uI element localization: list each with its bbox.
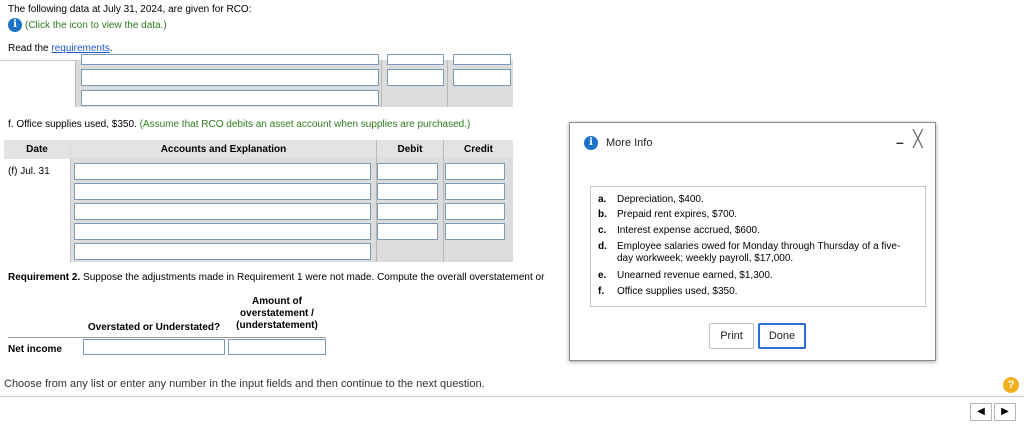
section-f-label: f.	[8, 119, 14, 130]
date-column: (f) Jul. 31	[4, 159, 71, 262]
print-button[interactable]: Print	[709, 323, 754, 349]
done-button[interactable]: Done	[758, 323, 806, 349]
item-text: Depreciation, $400.	[617, 194, 704, 205]
amount-input[interactable]	[228, 339, 326, 355]
debit-input[interactable]	[377, 223, 438, 240]
col-header-amount-line1: Amount of	[252, 296, 302, 307]
account-input[interactable]	[74, 163, 371, 180]
data-info-row: i (Click the icon to view the data.)	[8, 17, 167, 33]
item-text: Unearned revenue earned, $1,300.	[617, 270, 773, 281]
more-info-dialog: i More Info – ╳ a. Depreciation, $400. b…	[569, 122, 936, 361]
account-input[interactable]	[81, 54, 379, 65]
account-input[interactable]	[74, 223, 371, 240]
section-f-text: Office supplies used, $350.	[16, 119, 137, 130]
list-item: d. Employee salaries owed for Monday thr…	[598, 241, 907, 265]
read-prefix: Read the	[8, 43, 52, 54]
item-letter: d.	[598, 241, 607, 252]
requirement-2-line: Requirement 2. Suppose the adjustments m…	[8, 272, 544, 283]
overstated-select[interactable]	[83, 339, 225, 355]
list-item: e. Unearned revenue earned, $1,300.	[598, 270, 907, 282]
read-suffix: .	[109, 43, 113, 54]
account-input[interactable]	[81, 90, 379, 106]
journal-table: Date Accounts and Explanation Debit Cred…	[4, 140, 513, 262]
dialog-header: i More Info	[584, 136, 652, 150]
table-header-divider	[8, 337, 326, 338]
account-input[interactable]	[81, 69, 379, 86]
credit-input[interactable]	[445, 183, 505, 200]
account-input[interactable]	[74, 183, 371, 200]
item-text: Office supplies used, $350.	[617, 286, 738, 297]
debit-input[interactable]	[377, 183, 438, 200]
col-header-amount-line2: overstatement /	[240, 308, 314, 319]
item-text: Interest expense accrued, $600.	[617, 225, 760, 236]
instruction-text: Choose from any list or enter any number…	[4, 378, 485, 390]
info-icon: i	[584, 136, 598, 150]
item-text: Employee salaries owed for Monday throug…	[617, 241, 901, 264]
dialog-title: More Info	[606, 137, 653, 149]
debit-input[interactable]	[387, 69, 444, 86]
footer-divider	[0, 396, 1024, 397]
date-value: (f) Jul. 31	[8, 166, 50, 177]
col-header-credit: Credit	[444, 140, 513, 159]
credit-input[interactable]	[445, 163, 505, 180]
column-separator	[376, 140, 377, 262]
credit-input[interactable]	[453, 54, 511, 65]
col-header-date: Date	[4, 140, 70, 159]
item-letter: a.	[598, 194, 607, 205]
col-header-amount-line3: (understatement)	[236, 320, 318, 331]
account-input[interactable]	[74, 203, 371, 220]
column-separator	[447, 60, 448, 107]
credit-input[interactable]	[453, 69, 511, 86]
column-separator	[381, 60, 382, 107]
list-item: a. Depreciation, $400.	[598, 194, 907, 206]
debit-input[interactable]	[377, 203, 438, 220]
next-button[interactable]: ▶	[994, 403, 1016, 421]
item-letter: e.	[598, 270, 607, 281]
requirement-2-label: Requirement 2.	[8, 272, 81, 283]
item-text: Prepaid rent expires, $700.	[617, 209, 738, 220]
col-header-amount: Amount of overstatement / (understatemen…	[228, 296, 326, 332]
prev-button[interactable]: ◀	[970, 403, 992, 421]
info-hint: (Click the icon to view the data.)	[25, 19, 167, 31]
info-list: a. Depreciation, $400. b. Prepaid rent e…	[590, 186, 926, 307]
requirements-link[interactable]: requirements	[51, 43, 109, 54]
item-letter: b.	[598, 209, 607, 220]
list-item: b. Prepaid rent expires, $700.	[598, 209, 907, 221]
credit-input[interactable]	[445, 203, 505, 220]
list-item: c. Interest expense accrued, $600.	[598, 225, 907, 237]
minimize-icon[interactable]: –	[896, 134, 904, 150]
intro-text: The following data at July 31, 2024, are…	[8, 4, 252, 15]
requirement-2-text: Suppose the adjustments made in Requirem…	[83, 272, 545, 283]
help-icon[interactable]: ?	[1003, 377, 1019, 393]
prior-journal-table	[75, 54, 513, 107]
debit-input[interactable]	[377, 163, 438, 180]
account-input[interactable]	[74, 243, 371, 260]
col-header-accounts: Accounts and Explanation	[71, 140, 376, 159]
read-requirements-line: Read the requirements.	[8, 43, 113, 54]
list-item: f. Office supplies used, $350.	[598, 286, 907, 298]
info-icon[interactable]: i	[8, 18, 22, 32]
section-f-line: f. Office supplies used, $350. (Assume t…	[8, 119, 470, 130]
debit-input[interactable]	[387, 54, 444, 65]
close-icon[interactable]: ╳	[913, 129, 923, 149]
col-header-overstated: Overstated or Understated?	[87, 322, 221, 333]
col-header-debit: Debit	[377, 140, 443, 159]
section-f-note: (Assume that RCO debits an asset account…	[139, 119, 471, 130]
credit-input[interactable]	[445, 223, 505, 240]
column-separator	[443, 140, 444, 262]
item-letter: c.	[598, 225, 607, 236]
column-separator	[75, 60, 76, 107]
net-income-label: Net income	[8, 344, 62, 355]
item-letter: f.	[598, 286, 605, 297]
